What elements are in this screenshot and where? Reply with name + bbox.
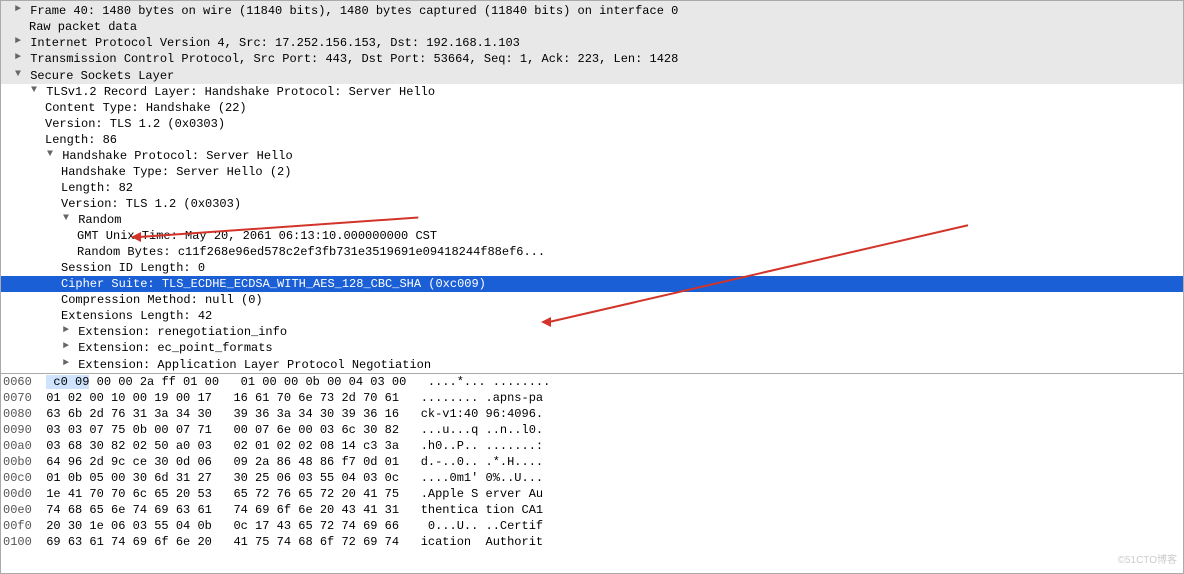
hex-row[interactable]: 00b0 64 96 2d 9c ce 30 0d 06 09 2a 86 48… — [1, 454, 1183, 470]
ipv4-row[interactable]: Internet Protocol Version 4, Src: 17.252… — [1, 35, 1183, 51]
hex-row[interactable]: 0070 01 02 00 10 00 19 00 17 16 61 70 6e… — [1, 390, 1183, 406]
hex-offset: 0090 — [3, 423, 32, 437]
hex-ascii: ication Authorit — [421, 535, 543, 549]
content-type-text: Content Type: Handshake (22) — [45, 101, 247, 115]
highlighted-bytes: c0 09 — [46, 375, 89, 389]
gmt-time-row[interactable]: GMT Unix Time: May 20, 2061 06:13:10.000… — [1, 228, 1183, 244]
ext-alpn-text: Extension: Application Layer Protocol Ne… — [78, 358, 431, 372]
hex-offset: 00e0 — [3, 503, 32, 517]
hex-offset: 00a0 — [3, 439, 32, 453]
hex-ascii: d.-..0.. .*.H.... — [421, 455, 543, 469]
hex-row[interactable]: 0080 63 6b 2d 76 31 3a 34 30 39 36 3a 34… — [1, 406, 1183, 422]
record-length-text: Length: 86 — [45, 133, 117, 147]
compression-method-row[interactable]: Compression Method: null (0) — [1, 292, 1183, 308]
handshake-type-row[interactable]: Handshake Type: Server Hello (2) — [1, 164, 1183, 180]
session-id-len-row[interactable]: Session ID Length: 0 — [1, 260, 1183, 276]
cipher-suite-text: Cipher Suite: TLS_ECDHE_ECDSA_WITH_AES_1… — [61, 277, 486, 291]
hex-offset: 00b0 — [3, 455, 32, 469]
tcp-row[interactable]: Transmission Control Protocol, Src Port:… — [1, 51, 1183, 67]
expand-toggle-icon[interactable] — [13, 2, 23, 18]
expand-toggle-icon[interactable] — [13, 50, 23, 66]
record-version-row[interactable]: Version: TLS 1.2 (0x0303) — [1, 116, 1183, 132]
handshake-protocol-row[interactable]: Handshake Protocol: Server Hello — [1, 148, 1183, 164]
record-length-row[interactable]: Length: 86 — [1, 132, 1183, 148]
hex-offset: 0080 — [3, 407, 32, 421]
tls-record-text: TLSv1.2 Record Layer: Handshake Protocol… — [46, 85, 435, 99]
handshake-protocol-text: Handshake Protocol: Server Hello — [62, 149, 292, 163]
tls-record-row[interactable]: TLSv1.2 Record Layer: Handshake Protocol… — [1, 84, 1183, 100]
hex-dump-pane[interactable]: 0060 c0 09 00 00 2a ff 01 00 01 00 00 0b… — [1, 374, 1183, 550]
tcp-text: Transmission Control Protocol, Src Port:… — [30, 53, 678, 67]
hex-offset: 0070 — [3, 391, 32, 405]
ssl-text: Secure Sockets Layer — [30, 69, 174, 83]
hex-offset: 0100 — [3, 535, 32, 549]
packet-details-tree[interactable]: Frame 40: 1480 bytes on wire (11840 bits… — [1, 1, 1183, 374]
ipv4-text: Internet Protocol Version 4, Src: 17.252… — [30, 36, 520, 50]
hex-row[interactable]: 0060 c0 09 00 00 2a ff 01 00 01 00 00 0b… — [1, 374, 1183, 390]
hex-row[interactable]: 00f0 20 30 1e 06 03 55 04 0b 0c 17 43 65… — [1, 518, 1183, 534]
hex-ascii: ....0m1' 0%..U... — [421, 471, 543, 485]
collapse-toggle-icon[interactable] — [13, 67, 23, 83]
expand-toggle-icon[interactable] — [61, 356, 71, 372]
extensions-length-text: Extensions Length: 42 — [61, 309, 212, 323]
ext-ecpoint-text: Extension: ec_point_formats — [78, 342, 272, 356]
random-row[interactable]: Random — [1, 212, 1183, 228]
compression-method-text: Compression Method: null (0) — [61, 293, 263, 307]
ssl-row[interactable]: Secure Sockets Layer — [1, 68, 1183, 84]
expand-toggle-icon[interactable] — [13, 34, 23, 50]
handshake-type-text: Handshake Type: Server Hello (2) — [61, 165, 291, 179]
cipher-suite-row[interactable]: Cipher Suite: TLS_ECDHE_ECDSA_WITH_AES_1… — [1, 276, 1183, 292]
ssl-expanded-section: TLSv1.2 Record Layer: Handshake Protocol… — [1, 84, 1183, 373]
raw-packet-row[interactable]: Raw packet data — [1, 19, 1183, 35]
hex-offset: 00c0 — [3, 471, 32, 485]
hex-offset: 00f0 — [3, 519, 32, 533]
random-bytes-row[interactable]: Random Bytes: c11f268e96ed578c2ef3fb731e… — [1, 244, 1183, 260]
hex-row[interactable]: 0090 03 03 07 75 0b 00 07 71 00 07 6e 00… — [1, 422, 1183, 438]
hex-ascii: thentica tion CA1 — [421, 503, 543, 517]
content-type-row[interactable]: Content Type: Handshake (22) — [1, 100, 1183, 116]
watermark-text: ©51CTO博客 — [1118, 553, 1177, 569]
random-bytes-text: Random Bytes: c11f268e96ed578c2ef3fb731e… — [77, 245, 545, 259]
ext-alpn-row[interactable]: Extension: Application Layer Protocol Ne… — [1, 357, 1183, 373]
record-version-text: Version: TLS 1.2 (0x0303) — [45, 117, 225, 131]
hex-row[interactable]: 00a0 03 68 30 82 02 50 a0 03 02 01 02 02… — [1, 438, 1183, 454]
hs-version-row[interactable]: Version: TLS 1.2 (0x0303) — [1, 196, 1183, 212]
hs-length-row[interactable]: Length: 82 — [1, 180, 1183, 196]
hex-ascii: ........ .apns-pa — [421, 391, 543, 405]
hex-ascii: .Apple S erver Au — [421, 487, 543, 501]
expand-toggle-icon[interactable] — [61, 339, 71, 355]
raw-packet-text: Raw packet data — [29, 20, 137, 34]
hs-length-text: Length: 82 — [61, 181, 133, 195]
ext-ecpoint-row[interactable]: Extension: ec_point_formats — [1, 340, 1183, 356]
ext-renegotiation-row[interactable]: Extension: renegotiation_info — [1, 324, 1183, 340]
hex-offset: 0060 — [3, 375, 32, 389]
frame-summary-row[interactable]: Frame 40: 1480 bytes on wire (11840 bits… — [1, 3, 1183, 19]
hex-row[interactable]: 00e0 74 68 65 6e 74 69 63 61 74 69 6f 6e… — [1, 502, 1183, 518]
extensions-length-row[interactable]: Extensions Length: 42 — [1, 308, 1183, 324]
random-text: Random — [78, 213, 121, 227]
hex-ascii: .h0..P.. .......: — [421, 439, 543, 453]
gmt-time-text: GMT Unix Time: May 20, 2061 06:13:10.000… — [77, 229, 437, 243]
collapse-toggle-icon[interactable] — [29, 83, 39, 99]
ext-renegotiation-text: Extension: renegotiation_info — [78, 325, 287, 339]
summary-section: Frame 40: 1480 bytes on wire (11840 bits… — [1, 1, 1183, 84]
hex-ascii: ...u...q ..n..l0. — [421, 423, 543, 437]
collapse-toggle-icon[interactable] — [45, 147, 55, 163]
hex-row[interactable]: 0100 69 63 61 74 69 6f 6e 20 41 75 74 68… — [1, 534, 1183, 550]
hex-offset: 00d0 — [3, 487, 32, 501]
expand-toggle-icon[interactable] — [61, 323, 71, 339]
hex-row[interactable]: 00c0 01 0b 05 00 30 6d 31 27 30 25 06 03… — [1, 470, 1183, 486]
hex-ascii: ck-v1:40 96:4096. — [421, 407, 543, 421]
session-id-len-text: Session ID Length: 0 — [61, 261, 205, 275]
frame-summary-text: Frame 40: 1480 bytes on wire (11840 bits… — [30, 4, 678, 18]
hex-ascii: ....*... ........ — [428, 375, 550, 389]
hex-row[interactable]: 00d0 1e 41 70 70 6c 65 20 53 65 72 76 65… — [1, 486, 1183, 502]
hs-version-text: Version: TLS 1.2 (0x0303) — [61, 197, 241, 211]
hex-ascii: 0...U.. ..Certif — [421, 519, 543, 533]
collapse-toggle-icon[interactable] — [61, 211, 71, 227]
